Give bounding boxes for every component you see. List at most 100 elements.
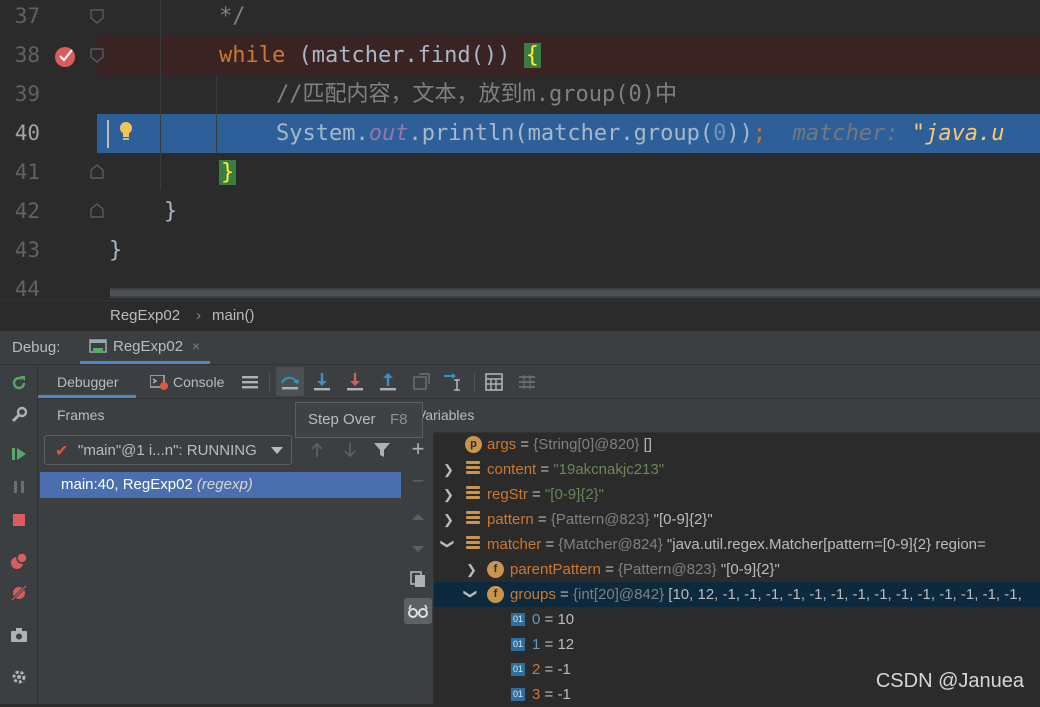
primitive-value-icon: 01 [511,613,525,626]
inline-debug-name: matcher: [792,121,899,146]
variable-text: 2 = -1 [532,657,571,682]
scrollbar-thumb[interactable] [110,290,1040,296]
move-up-icon[interactable] [409,508,427,526]
debugger-toolbar: Debugger Console [38,365,1040,399]
variable-separator: = [540,661,558,678]
variable-text: parentPattern = {Pattern@823} "[0-9]{2}" [510,557,780,582]
step-into-icon[interactable] [311,371,333,393]
code-line-39[interactable]: 39 //匹配内容，文本，放到m.group(0)中 [0,75,1040,114]
debug-tool-window-header: Debug: RegExp02 × [0,331,1040,365]
variable-row[interactable]: ❯ regStr = "[0-9]{2}" [433,482,1040,507]
code-line-37[interactable]: 37 */ [0,0,1040,36]
lightbulb-icon[interactable] [117,120,135,142]
remove-watch-icon[interactable]: − [409,470,427,492]
stop-icon[interactable] [10,511,28,529]
debug-session-tab[interactable]: RegExp02 × [80,331,210,364]
breadcrumb-method[interactable]: main() [212,307,255,324]
settings-gear-icon[interactable] [10,668,28,686]
tab-debugger[interactable]: Debugger [38,365,136,398]
code-comment: //匹配内容，文本，放到m.group(0)中 [276,82,677,107]
array-element-row[interactable]: 01 1 = 12 [433,632,1040,657]
step-out-icon[interactable] [377,371,399,393]
code-line-40[interactable]: 40 System.out.println(matcher.group(0));… [0,114,1040,153]
frames-title: Frames [57,407,105,423]
fold-marker-icon[interactable] [89,164,105,180]
matched-brace: { [523,43,541,68]
toolbar-separator [269,373,270,391]
variable-row[interactable]: ❯ matcher = {Matcher@824} "java.util.reg… [433,532,1040,557]
breakpoint-icon[interactable] [54,44,78,68]
line-number: 42 [14,199,40,223]
trace-stream-icon[interactable] [516,371,538,393]
fold-marker-icon[interactable] [89,8,105,24]
run-to-cursor-icon[interactable] [442,371,464,393]
evaluate-expression-icon[interactable] [483,371,505,393]
restore-layout-icon[interactable] [239,371,261,393]
resume-icon[interactable] [10,445,28,463]
chevron-right-icon[interactable]: ❯ [443,507,455,532]
variable-separator: = [540,636,558,653]
code-line-42[interactable]: 42 } [0,192,1040,231]
variable-row[interactable]: ❯ content = "19akcnakjc213" [433,457,1040,482]
chevron-down-icon [271,447,283,454]
filter-icon[interactable] [373,441,391,459]
view-breakpoints-icon[interactable] [10,552,28,570]
chevron-right-icon[interactable]: ❯ [443,457,455,482]
fold-marker-icon[interactable] [89,203,105,219]
breadcrumb-class[interactable]: RegExp02 [110,307,180,324]
code-line-41[interactable]: 41 } [0,153,1040,192]
code-line-43[interactable]: 43 } [0,231,1040,270]
variable-name: matcher [487,536,542,553]
step-over-tooltip: Step Over F8 [295,402,423,438]
toolbar-separator [474,373,475,391]
glasses-icon[interactable] [407,602,429,620]
variable-value: "[0-9]{2}" [716,561,780,578]
variable-row[interactable]: ❯ pattern = {Pattern@823} "[0-9]{2}" [433,507,1040,532]
code-editor[interactable]: 37 */ 38 while (matcher.find()) { 39 //匹… [0,0,1040,300]
rerun-icon[interactable] [10,374,28,392]
move-down-icon[interactable] [409,540,427,558]
fold-marker-icon[interactable] [89,47,105,63]
matched-brace: } [219,160,237,185]
add-watch-icon[interactable]: + [409,438,427,460]
variables-side-toolbar: + − [403,432,434,704]
stack-frame-row[interactable]: main:40, RegExp02 (regexp) [40,472,401,498]
tab-console[interactable]: Console [146,365,236,398]
variable-separator: = [540,611,558,628]
array-element-row[interactable]: 01 0 = 10 [433,607,1040,632]
variables-header: Variables [403,399,1040,433]
arrow-up-icon[interactable] [308,441,326,459]
variable-separator: = [527,486,545,503]
watermark-text: CSDN @Januea [875,670,1024,692]
force-step-into-icon[interactable] [344,371,366,393]
tab-debugger-label: Debugger [57,374,119,390]
chevron-right-icon[interactable]: ❯ [443,482,455,507]
variable-separator: = [540,686,558,703]
drop-frame-icon[interactable] [410,371,432,393]
pause-icon[interactable] [10,478,28,496]
camera-icon[interactable] [10,626,28,644]
variable-separator: = [600,561,619,578]
variable-value: [] [639,436,652,453]
chevron-right-icon[interactable]: ❯ [466,557,478,582]
variable-text: 0 = 10 [532,607,574,632]
variable-row[interactable]: p args = {String[0]@820} [] [433,432,1040,457]
chevron-down-icon[interactable]: ❯ [459,589,484,601]
code-fragment: System. [276,121,369,146]
code-text: } [164,199,178,224]
mute-breakpoints-icon[interactable] [10,584,28,602]
code-line-38[interactable]: 38 while (matcher.find()) { [0,36,1040,75]
variable-row[interactable]: ❯ f parentPattern = {Pattern@823} "[0-9]… [433,557,1040,582]
close-icon[interactable]: × [192,338,200,354]
arrow-down-icon[interactable] [341,441,359,459]
frames-panel: Frames ✔ "main"@1 i...n": RUNNING main:4… [38,399,404,704]
wrench-icon[interactable] [10,406,28,424]
primitive-value-icon: 01 [511,638,525,651]
step-over-icon[interactable] [279,371,301,393]
copy-icon[interactable] [409,570,427,588]
thread-selector[interactable]: ✔ "main"@1 i...n": RUNNING [44,435,292,465]
editor-horizontal-scrollbar[interactable] [110,288,1040,298]
chevron-down-icon[interactable]: ❯ [436,539,461,551]
local-variable-icon [466,511,480,527]
variable-row-selected[interactable]: ❯ f groups = {int[20]@842} [10, 12, -1, … [433,582,1040,607]
